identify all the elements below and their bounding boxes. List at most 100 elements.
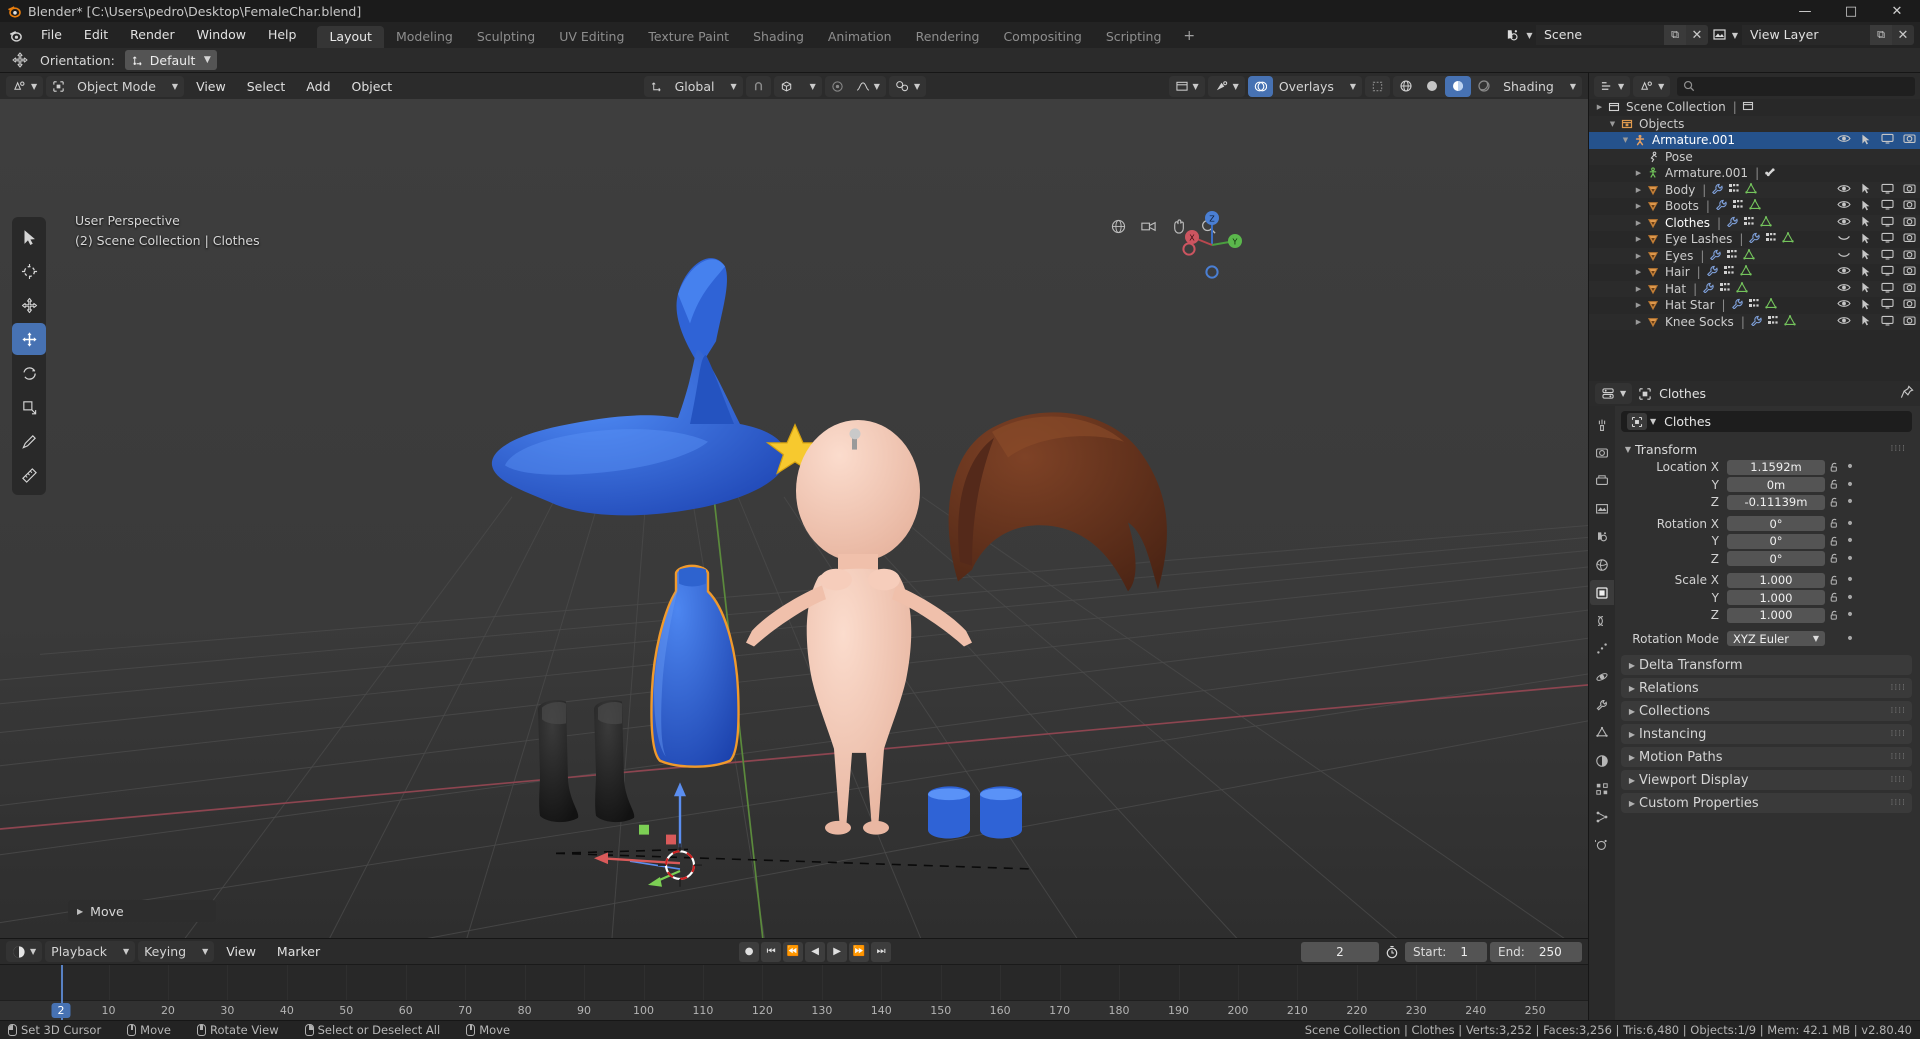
- timeline-editor-icon[interactable]: ▼: [6, 941, 42, 962]
- select-toggle-icon[interactable]: [1860, 182, 1872, 197]
- disclosure-triangle-icon[interactable]: ▼: [1619, 136, 1632, 144]
- solid-shading-icon[interactable]: [1419, 76, 1445, 97]
- transform-field-value[interactable]: 0°: [1727, 516, 1825, 532]
- properties-tab-camera-data[interactable]: [1590, 832, 1614, 857]
- disclosure-triangle-icon[interactable]: ▶: [1625, 684, 1639, 693]
- eye-toggle-icon[interactable]: [1837, 199, 1851, 213]
- view-layer-name[interactable]: View Layer: [1742, 25, 1870, 45]
- properties-tab-view-layer[interactable]: [1590, 496, 1614, 521]
- panel-drag-handle[interactable]: ⁞⁞⁞⁞: [1891, 729, 1906, 739]
- material-preview-shading-icon[interactable]: [1445, 75, 1472, 97]
- playback-chevron-icon[interactable]: ▼: [113, 941, 135, 962]
- properties-tab-render[interactable]: [1590, 440, 1614, 465]
- render-toggle-icon[interactable]: [1903, 199, 1916, 213]
- animate-property-dot[interactable]: •: [1843, 552, 1857, 566]
- timeline-body[interactable]: 10 20 30 40 50 60 70 80 90 100 110 120 130 140 150 160 1…: [0, 964, 1588, 1020]
- orientation-dropdown[interactable]: Default ▼: [124, 50, 217, 70]
- transform-section-header[interactable]: ▼ Transform ⁞⁞⁞⁞: [1621, 439, 1912, 459]
- viewport-menu-select[interactable]: Select: [238, 76, 295, 97]
- properties-tab-particles[interactable]: [1590, 636, 1614, 661]
- transform-field-value[interactable]: 0°: [1727, 533, 1825, 549]
- tab-layout[interactable]: Layout: [317, 26, 384, 48]
- scene-name[interactable]: Scene: [1536, 25, 1664, 45]
- interaction-mode-selector[interactable]: Object Mode ▼: [46, 75, 185, 97]
- tab-uv-editing[interactable]: UV Editing: [547, 26, 636, 48]
- animate-property-dot[interactable]: •: [1843, 460, 1857, 474]
- display-mode-icon[interactable]: ▼: [1633, 76, 1670, 97]
- outliner-row-eyes[interactable]: ▶ Eyes |: [1589, 247, 1920, 264]
- animate-property-dot[interactable]: •: [1843, 534, 1857, 548]
- eye-toggle-icon[interactable]: [1837, 133, 1851, 147]
- scene-selector[interactable]: Scene ⧉ ✕: [1536, 25, 1708, 45]
- viewport-gizmos-toggle[interactable]: ▼: [888, 75, 927, 97]
- transform-field-value[interactable]: 1.000: [1727, 607, 1825, 623]
- proportional-edit-icon[interactable]: [825, 76, 850, 97]
- viewport-toggle-icon[interactable]: [1881, 216, 1894, 230]
- jump-to-start-button[interactable]: ⏮: [761, 941, 782, 962]
- disclosure-triangle-icon[interactable]: ▶: [1632, 268, 1645, 276]
- xray-toggle-group[interactable]: [1365, 75, 1391, 97]
- transform-collapse-icon[interactable]: ▼: [1621, 445, 1635, 454]
- timeline-menu-keying[interactable]: Keying: [138, 941, 192, 962]
- pivot-chevron-icon[interactable]: ▼: [800, 76, 822, 97]
- tab-sculpting[interactable]: Sculpting: [465, 26, 547, 48]
- select-toggle-icon[interactable]: [1860, 199, 1872, 214]
- properties-editor-type[interactable]: ▼: [1595, 383, 1633, 404]
- viewport-toggle-icon[interactable]: [1881, 315, 1894, 329]
- disclosure-triangle-icon[interactable]: ▶: [1632, 202, 1645, 210]
- properties-panel-relations[interactable]: ▶ Relations ⁞⁞⁞⁞: [1621, 678, 1912, 698]
- disclosure-triangle-icon[interactable]: ▶: [1625, 799, 1639, 808]
- shading-chevron-icon[interactable]: ▼: [1560, 76, 1582, 97]
- rendered-shading-icon[interactable]: [1471, 76, 1497, 97]
- keying-menu-group[interactable]: Keying ▼: [138, 941, 215, 962]
- disclosure-triangle-icon[interactable]: ▼: [1606, 120, 1619, 128]
- toggle-orthographic-icon[interactable]: [1109, 217, 1128, 236]
- outliner-row-boots[interactable]: ▶ Boots |: [1589, 198, 1920, 215]
- animate-property-dot[interactable]: •: [1843, 573, 1857, 587]
- outliner-row-body[interactable]: ▶ Body |: [1589, 181, 1920, 198]
- tab-shading[interactable]: Shading: [741, 26, 816, 48]
- disclosure-triangle-icon[interactable]: ▶: [1632, 301, 1645, 309]
- transform-field-value[interactable]: 1.000: [1727, 590, 1825, 606]
- eye-toggle-icon[interactable]: [1837, 315, 1851, 329]
- properties-tab-object-data[interactable]: [1590, 720, 1614, 745]
- lock-property-icon[interactable]: [1825, 610, 1843, 621]
- outliner-row-eye-lashes[interactable]: ▶ Eye Lashes |: [1589, 231, 1920, 248]
- properties-tab-scene[interactable]: [1590, 524, 1614, 549]
- select-toggle-icon[interactable]: [1860, 298, 1872, 313]
- render-toggle-icon[interactable]: [1903, 298, 1916, 312]
- viewport-menu-object[interactable]: Object: [343, 76, 402, 97]
- view-axis-gizmo[interactable]: Z Y X: [1176, 209, 1248, 281]
- play-button[interactable]: ▶: [827, 941, 848, 962]
- timeline-menu-marker[interactable]: Marker: [268, 941, 329, 962]
- snap-magnet-icon[interactable]: [746, 76, 771, 97]
- transform-orientation-selector[interactable]: Global ▼: [643, 75, 743, 97]
- disclosure-triangle-icon[interactable]: ▶: [1625, 730, 1639, 739]
- eye-toggle-icon[interactable]: [1837, 249, 1851, 263]
- eye-toggle-icon[interactable]: [1837, 232, 1851, 246]
- outliner-row-armature-001[interactable]: ▶ Armature.001 |: [1589, 165, 1920, 182]
- transform-field-value[interactable]: 1.000: [1727, 572, 1825, 588]
- properties-tab-constraints[interactable]: [1590, 692, 1614, 717]
- outliner-row-hair[interactable]: ▶ Hair |: [1589, 264, 1920, 281]
- properties-panel-motion-paths[interactable]: ▶ Motion Paths ⁞⁞⁞⁞: [1621, 747, 1912, 767]
- animate-property-dot[interactable]: •: [1843, 517, 1857, 531]
- viewport-toggle-icon[interactable]: [1881, 298, 1894, 312]
- tab-compositing[interactable]: Compositing: [991, 26, 1093, 48]
- play-reverse-button[interactable]: ◀: [805, 941, 826, 962]
- menu-render[interactable]: Render: [119, 25, 186, 45]
- pin-id-icon[interactable]: [1900, 384, 1914, 403]
- properties-tab-texture[interactable]: [1590, 776, 1614, 801]
- render-toggle-icon[interactable]: [1903, 282, 1916, 296]
- jump-next-keyframe-button[interactable]: ⏩: [849, 941, 870, 962]
- tool-scale-icon[interactable]: [12, 391, 46, 423]
- disclosure-triangle-icon[interactable]: ▶: [1632, 169, 1645, 177]
- overlays-chevron-icon[interactable]: ▼: [1340, 76, 1362, 97]
- outliner-row-knee-socks[interactable]: ▶ Knee Socks |: [1589, 313, 1920, 330]
- outliner-editor-type[interactable]: ▼: [1594, 75, 1631, 97]
- menu-window[interactable]: Window: [186, 25, 257, 45]
- render-toggle-icon[interactable]: [1903, 265, 1916, 279]
- transform-field-value[interactable]: 0°: [1727, 551, 1825, 567]
- overlays-group[interactable]: Overlays ▼: [1247, 75, 1363, 97]
- outliner-row-objects[interactable]: ▼ Objects: [1589, 115, 1920, 132]
